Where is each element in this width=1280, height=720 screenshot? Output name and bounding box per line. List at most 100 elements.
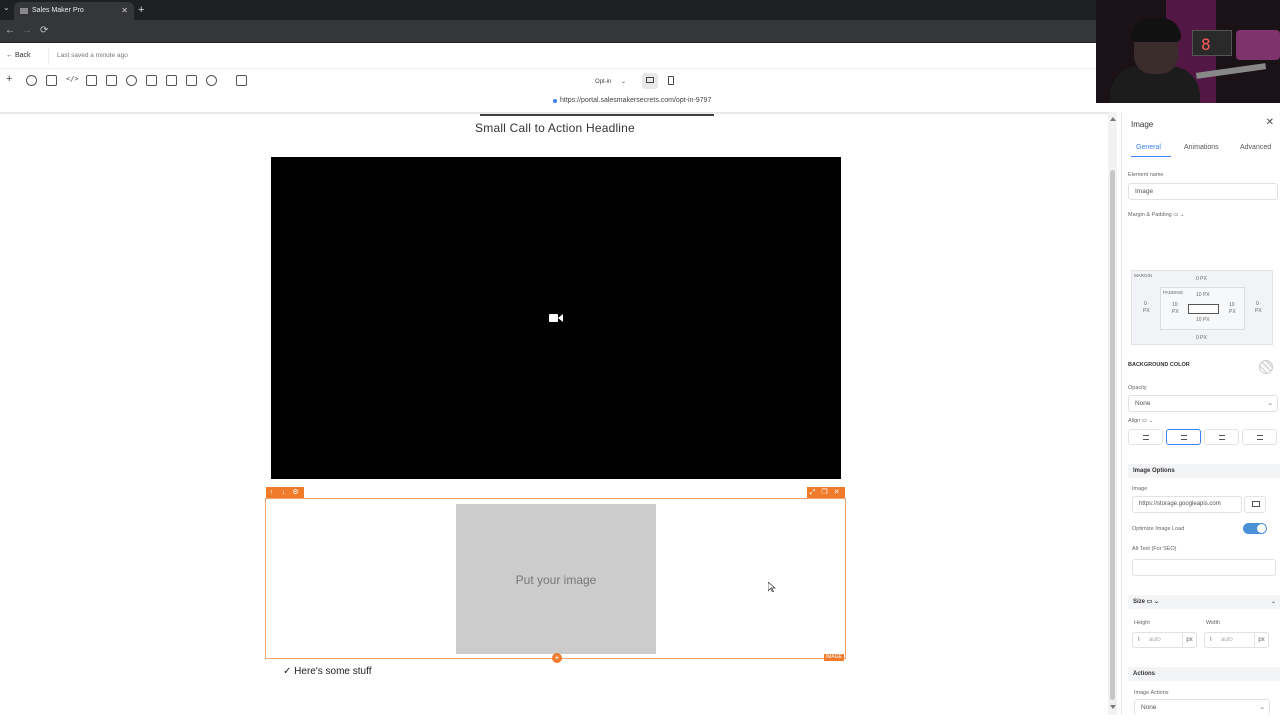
panel-close-icon[interactable]: ✕ bbox=[1266, 117, 1274, 128]
padding-label: PADDING bbox=[1163, 290, 1184, 295]
tab-general[interactable]: General bbox=[1136, 144, 1161, 151]
list-item[interactable]: ✓ Here's some stuff bbox=[283, 666, 371, 677]
cta-headline[interactable]: Small Call to Action Headline bbox=[0, 121, 1110, 135]
padding-bottom-value[interactable]: 10 PX bbox=[1196, 317, 1210, 323]
pages-icon[interactable] bbox=[46, 75, 57, 86]
opacity-select[interactable]: None ⌄ bbox=[1128, 395, 1278, 412]
align-right-button[interactable] bbox=[1204, 429, 1239, 445]
favicon-icon bbox=[20, 8, 28, 14]
terminal-icon[interactable] bbox=[186, 75, 197, 86]
back-button[interactable]: ← Back bbox=[6, 52, 31, 59]
duplicate-icon[interactable]: ❐ bbox=[821, 489, 828, 496]
video-element[interactable] bbox=[271, 157, 841, 479]
desktop-view-button[interactable] bbox=[642, 73, 658, 89]
margin-padding-label: Margin & Padding ▭ ⌄ bbox=[1128, 212, 1185, 218]
editor-canvas[interactable]: Small Call to Action Headline ↑ ↓ ⚙ ⤢ ❐ … bbox=[0, 112, 1110, 715]
split-view-icon[interactable] bbox=[236, 75, 247, 86]
margin-top-value[interactable]: 0 PX bbox=[1196, 276, 1207, 282]
delete-icon[interactable]: ✕ bbox=[833, 489, 840, 496]
opacity-label: Opacity bbox=[1128, 385, 1147, 391]
forward-arrow-icon[interactable]: → bbox=[22, 24, 32, 38]
image-actions-label: Image Actions bbox=[1134, 690, 1169, 696]
height-input[interactable]: Iauto px bbox=[1132, 632, 1197, 648]
scroll-thumb[interactable] bbox=[1110, 170, 1115, 700]
align-justify-icon bbox=[1257, 435, 1263, 440]
code-icon[interactable]: </> bbox=[66, 75, 79, 86]
scroll-down-icon[interactable] bbox=[1110, 705, 1116, 709]
width-input[interactable]: Iauto px bbox=[1204, 632, 1269, 648]
popup-icon[interactable] bbox=[146, 75, 157, 86]
alt-text-field[interactable] bbox=[1132, 559, 1276, 576]
image-browse-button[interactable] bbox=[1244, 496, 1266, 513]
tab-close-icon[interactable]: ✕ bbox=[121, 2, 128, 20]
margin-left-value[interactable]: 0 bbox=[1144, 301, 1147, 307]
optimize-toggle[interactable] bbox=[1243, 523, 1267, 534]
page-url[interactable]: https://portal.salesmakersecrets.com/opt… bbox=[560, 97, 711, 104]
image-element-selected[interactable]: ↑ ↓ ⚙ ⤢ ❐ ✕ Put your image + IMAGE bbox=[265, 487, 846, 663]
padding-right-value[interactable]: 10 bbox=[1229, 302, 1235, 308]
new-tab-button[interactable]: + bbox=[138, 2, 144, 18]
canvas-scrollbar[interactable] bbox=[1108, 112, 1117, 715]
tab-menu-icon[interactable]: ⌄ bbox=[3, 3, 13, 15]
element-name-field[interactable]: Image bbox=[1128, 183, 1278, 200]
toggle-knob bbox=[1257, 524, 1266, 533]
expand-icon[interactable]: ⤢ bbox=[809, 489, 816, 496]
scroll-up-icon[interactable] bbox=[1110, 117, 1116, 121]
image-gallery-icon bbox=[1252, 501, 1260, 507]
chevron-down-icon: ⌄ bbox=[1259, 704, 1265, 711]
move-up-icon[interactable]: ↑ bbox=[268, 489, 275, 496]
image-url-label: Image bbox=[1132, 486, 1148, 492]
status-dot bbox=[553, 99, 557, 103]
shapes-icon[interactable] bbox=[126, 75, 137, 86]
tab-animations[interactable]: Animations bbox=[1184, 144, 1219, 151]
webcam-overlay: 8 bbox=[1096, 0, 1280, 103]
padding-box: PADDING 10 PX 10 PX 10 PX 10 PX bbox=[1160, 287, 1245, 330]
forms-icon[interactable] bbox=[166, 75, 177, 86]
content-box bbox=[1188, 304, 1219, 314]
element-settings-icon[interactable]: ⚙ bbox=[292, 489, 299, 496]
layers-icon[interactable] bbox=[26, 75, 37, 86]
image-actions-select[interactable]: None ⌄ bbox=[1134, 699, 1270, 715]
chevron-down-icon: ⌄ bbox=[1270, 599, 1276, 605]
image-options-header[interactable]: Image Options bbox=[1128, 464, 1280, 478]
image-url-field[interactable]: https://storage.googleapis.com bbox=[1132, 496, 1242, 513]
save-status: Last saved a minute ago bbox=[57, 52, 128, 59]
padding-top-value[interactable]: 10 PX bbox=[1196, 292, 1210, 298]
margin-label: MARGIN bbox=[1134, 273, 1152, 278]
width-icon: I bbox=[1210, 637, 1212, 643]
image-placeholder[interactable]: Put your image bbox=[456, 504, 656, 654]
margin-bottom-value[interactable]: 0 PX bbox=[1196, 335, 1207, 341]
text-icon[interactable] bbox=[106, 75, 117, 86]
element-actions-toolbar: ⤢ ❐ ✕ bbox=[807, 487, 845, 498]
align-label: Align ▭ ⌄ bbox=[1128, 418, 1154, 424]
bg-color-swatch[interactable] bbox=[1259, 360, 1273, 374]
add-element-icon[interactable]: + bbox=[6, 74, 17, 86]
align-center-button[interactable] bbox=[1166, 429, 1201, 445]
height-unit[interactable]: px bbox=[1182, 633, 1196, 647]
tab-advanced[interactable]: Advanced bbox=[1240, 144, 1271, 151]
size-header[interactable]: Size ▭ ⌄ ⌄ bbox=[1128, 595, 1280, 609]
page-selector[interactable]: Opt-in ⌄ bbox=[590, 75, 632, 89]
digital-clock: 8 bbox=[1192, 30, 1232, 56]
margin-padding-editor: MARGIN 0 PX 0 PX 0 PX 0 PX PADDING 10 PX… bbox=[1131, 270, 1273, 345]
align-left-button[interactable] bbox=[1128, 429, 1163, 445]
add-element-below-button[interactable]: + bbox=[552, 653, 562, 663]
chevron-down-icon: ⌄ bbox=[621, 79, 627, 85]
align-justify-button[interactable] bbox=[1242, 429, 1277, 445]
mobile-view-button[interactable] bbox=[664, 73, 678, 89]
sections-icon[interactable] bbox=[86, 75, 97, 86]
browser-tab[interactable]: Sales Maker Pro ✕ bbox=[14, 2, 134, 20]
margin-left-unit: PX bbox=[1143, 308, 1150, 314]
settings-icon[interactable] bbox=[206, 75, 217, 86]
builder-header: ← Back Last saved a minute ago bbox=[0, 43, 1096, 69]
builder-app: ← Back Last saved a minute ago + </> Opt… bbox=[0, 43, 1280, 720]
margin-right-value[interactable]: 0 bbox=[1256, 301, 1259, 307]
move-down-icon[interactable]: ↓ bbox=[280, 489, 287, 496]
reload-icon[interactable]: ⟳ bbox=[40, 24, 48, 38]
padding-right-unit: PX bbox=[1229, 309, 1236, 315]
width-unit[interactable]: px bbox=[1254, 633, 1268, 647]
padding-left-value[interactable]: 10 bbox=[1172, 302, 1178, 308]
element-settings-panel: Image ✕ General Animations Advanced Elem… bbox=[1121, 112, 1280, 715]
back-arrow-icon[interactable]: ← bbox=[5, 24, 15, 38]
actions-header[interactable]: Actions bbox=[1128, 667, 1280, 681]
